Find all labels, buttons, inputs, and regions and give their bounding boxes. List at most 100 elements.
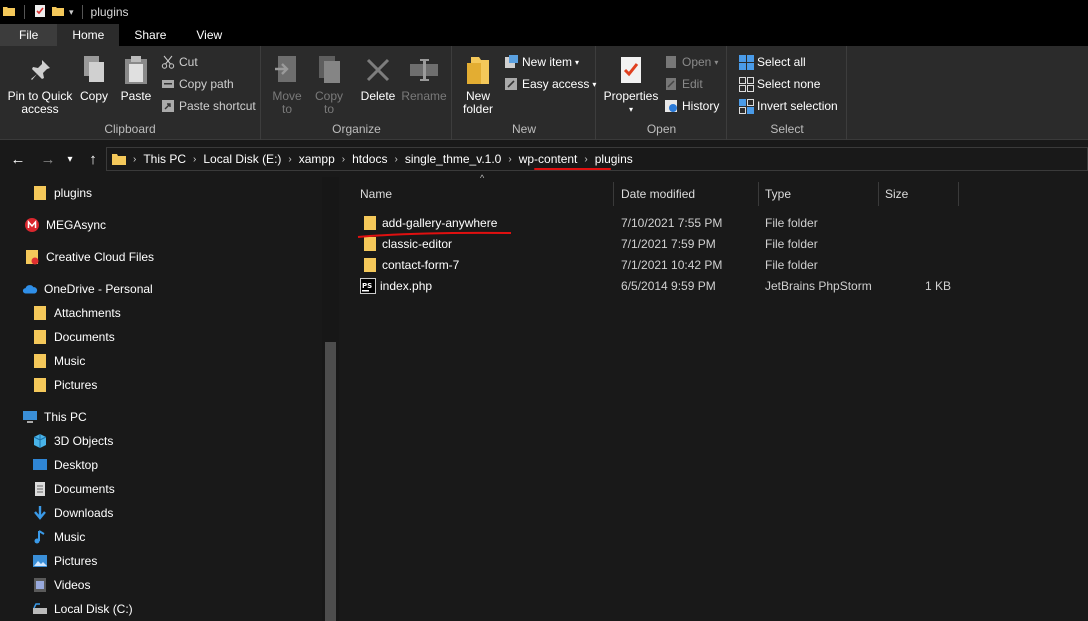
copy-icon (78, 54, 110, 86)
open-group: Properties ▾ Open ▾ Edit History Open (597, 46, 727, 140)
file-type: JetBrains PhpStorm (765, 278, 872, 293)
pictures-icon (32, 553, 48, 569)
nav-item-downloads[interactable]: Downloads (32, 502, 113, 524)
file-name-cell[interactable]: PS index.php (360, 275, 432, 296)
copy-path-button[interactable]: Copy path (160, 75, 234, 93)
nav-item-this-pc[interactable]: This PC (22, 406, 87, 428)
invert-selection-button[interactable]: Invert selection (738, 97, 838, 115)
nav-item-desktop[interactable]: Desktop (32, 454, 98, 476)
nav-item-documents[interactable]: Documents (32, 478, 115, 500)
select-all-icon (738, 54, 754, 70)
nav-item-plugins[interactable]: plugins (32, 182, 92, 204)
nav-item-label: Creative Cloud Files (46, 250, 155, 264)
breadcrumb-wp-content[interactable]: wp-content (512, 152, 585, 166)
copy-button[interactable]: Copy (78, 54, 110, 103)
nav-item-creative-cloud-files[interactable]: Creative Cloud Files (24, 246, 154, 268)
nav-item-label: Attachments (54, 306, 121, 320)
history-label: History (682, 99, 720, 113)
file-row[interactable]: contact-form-7 7/1/2021 10:42 PM File fo… (342, 254, 1088, 275)
nav-item-onedrive-documents[interactable]: Documents (32, 326, 115, 348)
easy-access-button[interactable]: Easy access ▾ (503, 75, 596, 93)
file-size: 1 KB (924, 278, 951, 293)
file-list: ^ Name Date modified Type Size add-galle… (342, 173, 1088, 621)
paste-label: Paste (120, 89, 152, 103)
easy-access-icon (503, 76, 519, 92)
file-type: File folder (765, 236, 818, 251)
open-button[interactable]: Open ▾ (663, 53, 718, 71)
history-icon (663, 98, 679, 114)
nav-item-onedrive-music[interactable]: Music (32, 350, 85, 372)
column-header-date-modified[interactable]: Date modified (615, 182, 759, 206)
nav-item-megasync[interactable]: MEGAsync (24, 214, 106, 236)
copy-label: Copy (79, 89, 108, 103)
customize-toolbar-icon[interactable]: ▾ (69, 7, 74, 18)
delete-button[interactable]: Delete (360, 54, 396, 103)
new-item-button[interactable]: New item ▾ (503, 53, 579, 71)
breadcrumb-xampp[interactable]: xampp (292, 152, 342, 166)
column-header-type[interactable]: Type (759, 182, 879, 206)
breadcrumb-local-disk-e[interactable]: Local Disk (E:) (196, 152, 288, 166)
new-item-label: New item (522, 55, 573, 69)
properties-icon[interactable] (33, 4, 47, 21)
rename-button[interactable]: Rename (401, 54, 447, 103)
paste-shortcut-button[interactable]: Paste shortcut (160, 97, 256, 115)
easy-access-label: Easy access (522, 77, 590, 91)
file-name: index.php (380, 278, 433, 293)
paste-button[interactable]: Paste (118, 54, 154, 103)
move-to-button[interactable]: Move to (270, 54, 304, 116)
nav-item-music[interactable]: Music (32, 526, 85, 548)
recent-locations-button[interactable]: ▾ (62, 149, 78, 169)
edit-label: Edit (682, 77, 703, 91)
nav-item-label: Pictures (54, 378, 98, 392)
scissors-icon (160, 54, 176, 70)
tab-home[interactable]: Home (57, 24, 120, 46)
folder-icon[interactable] (2, 4, 16, 21)
tab-view[interactable]: View (181, 24, 237, 46)
new-folder-icon (462, 54, 494, 86)
nav-item-label: 3D Objects (54, 434, 114, 448)
downloads-icon (32, 505, 48, 521)
annotation-underline (534, 168, 611, 170)
paste-shortcut-icon (160, 98, 176, 114)
nav-item-label: Music (54, 354, 86, 368)
breadcrumb-htdocs[interactable]: htdocs (345, 152, 394, 166)
file-row[interactable]: PS index.php 6/5/2014 9:59 PM JetBrains … (342, 275, 1088, 296)
nav-item-onedrive-pictures[interactable]: Pictures (32, 374, 97, 396)
rename-icon (408, 54, 440, 86)
nav-item-3d-objects[interactable]: 3D Objects (32, 430, 113, 452)
edit-button[interactable]: Edit (663, 75, 703, 93)
copy-to-button[interactable]: Copy to (312, 54, 346, 116)
new-folder-icon[interactable] (51, 4, 65, 21)
up-button[interactable]: ↑ (83, 149, 103, 169)
cut-button[interactable]: Cut (160, 53, 198, 71)
breadcrumb-single-thme[interactable]: single_thme_v.1.0 (398, 152, 509, 166)
3d-objects-icon (32, 433, 48, 449)
tab-file[interactable]: File (0, 24, 58, 46)
pin-to-quick-access-button[interactable]: Pin to Quick access (6, 54, 74, 116)
nav-item-local-disk-c[interactable]: Local Disk (C:) (32, 598, 133, 620)
nav-scrollbar-thumb[interactable] (325, 342, 336, 621)
history-button[interactable]: History (663, 97, 719, 115)
back-button[interactable]: ← (8, 149, 28, 169)
organize-group-label: Organize (332, 122, 381, 136)
nav-item-pictures[interactable]: Pictures (32, 550, 97, 572)
nav-item-onedrive[interactable]: OneDrive - Personal (22, 278, 153, 300)
select-none-button[interactable]: Select none (738, 75, 820, 93)
tab-share[interactable]: Share (119, 24, 181, 46)
properties-button[interactable]: Properties ▾ (603, 54, 659, 116)
file-size (885, 212, 951, 233)
column-header-size[interactable]: Size (879, 182, 959, 206)
breadcrumb-plugins[interactable]: plugins (588, 152, 640, 166)
nav-item-attachments[interactable]: Attachments (32, 302, 121, 324)
select-all-button[interactable]: Select all (738, 53, 806, 71)
forward-button[interactable]: → (38, 149, 58, 169)
folder-icon (32, 305, 48, 321)
copy-to-label-line2: to (323, 102, 334, 116)
breadcrumb-this-pc[interactable]: This PC (136, 152, 193, 166)
file-name-cell[interactable]: contact-form-7 (362, 254, 459, 275)
organize-group: Move to Copy to Delete Rename Organize (262, 46, 452, 140)
new-folder-button[interactable]: New folder (461, 54, 495, 116)
nav-item-videos[interactable]: Videos (32, 574, 90, 596)
column-header-name[interactable]: Name (354, 182, 614, 206)
chevron-down-icon: ▾ (575, 57, 580, 67)
